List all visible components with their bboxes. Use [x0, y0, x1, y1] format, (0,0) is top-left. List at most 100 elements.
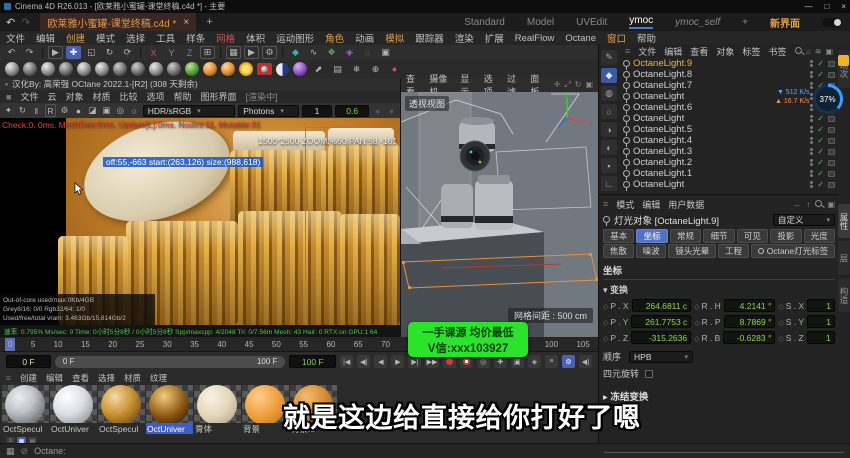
tab-details[interactable]: 细节 [703, 229, 734, 243]
side-tab-structure[interactable]: 构造 [838, 278, 850, 312]
octane-menu-compare[interactable]: 比较 [120, 90, 138, 103]
layout-tab-ymoc-self[interactable]: ymoc_self [675, 17, 720, 28]
lock-x-icon[interactable]: X [146, 46, 161, 59]
visibility-dots-icon[interactable] [810, 141, 813, 144]
white-balance-icon[interactable]: ○ [129, 104, 140, 117]
rp-field[interactable]: 8.7869 ° [724, 315, 776, 328]
render-settings-icon[interactable]: ⚙ [262, 46, 277, 59]
layout-tab-ymoc[interactable]: ymoc [629, 15, 653, 29]
light-tool-icon[interactable] [221, 62, 235, 76]
material-item[interactable]: 膏体 [194, 385, 241, 434]
menu-render[interactable]: 渲染 [455, 31, 474, 45]
octane-menu-file[interactable]: 文件 [20, 90, 38, 103]
material-sphere-icon[interactable] [59, 62, 73, 76]
pan-view-icon[interactable]: ✛ [554, 80, 561, 90]
octane-menu-help[interactable]: 帮助 [174, 90, 192, 103]
transform-group-title[interactable]: ▾ 变换 [603, 283, 835, 296]
object-row[interactable]: OctaneLight.3 ✓ [619, 146, 839, 157]
interface-toggle[interactable] [822, 18, 842, 27]
material-sphere-icon[interactable] [41, 62, 55, 76]
samples-field[interactable]: 1 [302, 105, 333, 117]
close-doc-icon[interactable]: × [183, 17, 189, 28]
octane-menu-objects[interactable]: 对象 [65, 90, 83, 103]
export-icon[interactable]: ⬈ [311, 63, 326, 76]
material-thumbnail[interactable] [50, 385, 97, 423]
visibility-dots-icon[interactable] [810, 119, 813, 122]
mat-menu-edit[interactable]: 编辑 [46, 372, 63, 384]
add-layout-button[interactable]: + [742, 17, 748, 28]
focus-pick-icon[interactable]: ◎ [115, 104, 126, 117]
plugin-chip-icon[interactable] [838, 55, 849, 66]
close-button[interactable]: × [841, 2, 846, 11]
menu-realflow[interactable]: RealFlow [515, 33, 555, 44]
rotate-view-icon[interactable]: ↻ [575, 80, 582, 90]
last-tool-icon[interactable]: ⟳ [120, 46, 135, 59]
tab-project[interactable]: 工程 [718, 244, 749, 258]
scatter-tool-icon[interactable] [185, 62, 199, 76]
settings-gear-icon[interactable]: ⚙ [59, 104, 70, 117]
target-icon[interactable]: ⊕ [368, 63, 383, 76]
solo-mode-icon[interactable]: ⚙ [562, 355, 575, 368]
material-thumbnail[interactable] [2, 385, 49, 423]
maximize-button[interactable]: □ [824, 2, 829, 11]
refresh-render-icon[interactable]: ✦ [3, 104, 14, 117]
picker-icon[interactable]: ▣ [101, 104, 112, 117]
pz-field[interactable]: -315.2636 [631, 331, 691, 344]
clay-mode-icon[interactable]: ◪ [87, 104, 98, 117]
pin-icon[interactable]: ● [387, 63, 402, 76]
key-rotation-icon[interactable]: ◈ [528, 355, 541, 368]
om-menu-tags[interactable]: 标签 [742, 45, 760, 58]
tab-noise[interactable]: 噪波 [636, 244, 667, 258]
object-row[interactable]: OctaneLight.1 ✓ [619, 168, 839, 179]
visibility-dots-icon[interactable] [810, 130, 813, 133]
material-thumbnail[interactable] [98, 385, 145, 423]
play-tool-icon[interactable]: ▶ [48, 46, 63, 59]
prev-frame-icon[interactable]: ◀ [374, 355, 387, 368]
object-tag-icon[interactable] [828, 160, 835, 166]
sound-icon[interactable]: ◀) [579, 355, 592, 368]
menu-volume[interactable]: 体积 [246, 31, 265, 45]
octane-menu-gui[interactable]: 图形界面 [201, 90, 237, 103]
menu-select[interactable]: 选择 [126, 31, 145, 45]
frame-range-slider[interactable]: 0 F 100 F [55, 356, 286, 368]
search-icon[interactable] [815, 200, 822, 207]
object-row[interactable]: OctaneLight.4 ✓ [619, 135, 839, 146]
end-frame-field[interactable]: 100 F [289, 355, 336, 368]
object-row[interactable]: OctaneLight.9 ✓ [619, 58, 839, 69]
object-row[interactable]: OctaneLight.2 ✓ [619, 157, 839, 168]
mat-menu-material[interactable]: 材质 [124, 372, 141, 384]
material-sphere-icon[interactable] [5, 62, 19, 76]
visibility-dots-icon[interactable] [810, 64, 813, 67]
om-menu-file[interactable]: 文件 [638, 45, 656, 58]
region-render-icon[interactable]: R [45, 104, 56, 117]
spline-pen-icon[interactable]: ∿ [306, 46, 321, 59]
menu-mesh[interactable]: 网格 [216, 31, 235, 45]
environment-icon[interactable] [276, 63, 289, 76]
om-menu-view[interactable]: 查看 [690, 45, 708, 58]
enabled-check-icon[interactable]: ✓ [817, 125, 824, 134]
object-row[interactable]: OctaneLight.5 ✓ [619, 124, 839, 135]
tab-general[interactable]: 常规 [670, 229, 701, 243]
search-icon[interactable] [795, 47, 802, 54]
coord-system-icon[interactable]: ⊞ [200, 46, 215, 59]
lock-z-icon[interactable]: Z [182, 46, 197, 59]
menu-tracker[interactable]: 跟踪器 [415, 31, 444, 45]
menu-file[interactable]: 文件 [6, 31, 25, 45]
material-item[interactable]: OctSpecul [2, 385, 49, 434]
object-tag-icon[interactable] [828, 182, 835, 188]
sx-field[interactable]: 1 [807, 299, 835, 312]
up-arrow-icon[interactable]: ↑ [806, 200, 810, 209]
model-mode-icon[interactable]: ◆ [601, 68, 617, 83]
object-row[interactable]: OctaneLight.8 ✓ [619, 69, 839, 80]
enabled-check-icon[interactable]: ✓ [817, 114, 824, 123]
document-tab[interactable]: 欧莱雅小蜜罐-课堂终稿.c4d * × [40, 13, 196, 31]
attr-menu-edit[interactable]: 编辑 [642, 198, 660, 211]
object-tag-icon[interactable] [828, 149, 835, 155]
tab-visibility[interactable]: 可见 [737, 229, 768, 243]
redo-tool-icon[interactable]: ↷ [22, 46, 37, 59]
home-icon[interactable]: ⌂ [806, 47, 811, 56]
material-thumbnail[interactable] [146, 385, 193, 423]
enabled-check-icon[interactable]: ✓ [817, 136, 824, 145]
point-mode-icon[interactable]: ○ [601, 104, 617, 119]
exposure-field[interactable]: 0.6 [335, 105, 369, 117]
